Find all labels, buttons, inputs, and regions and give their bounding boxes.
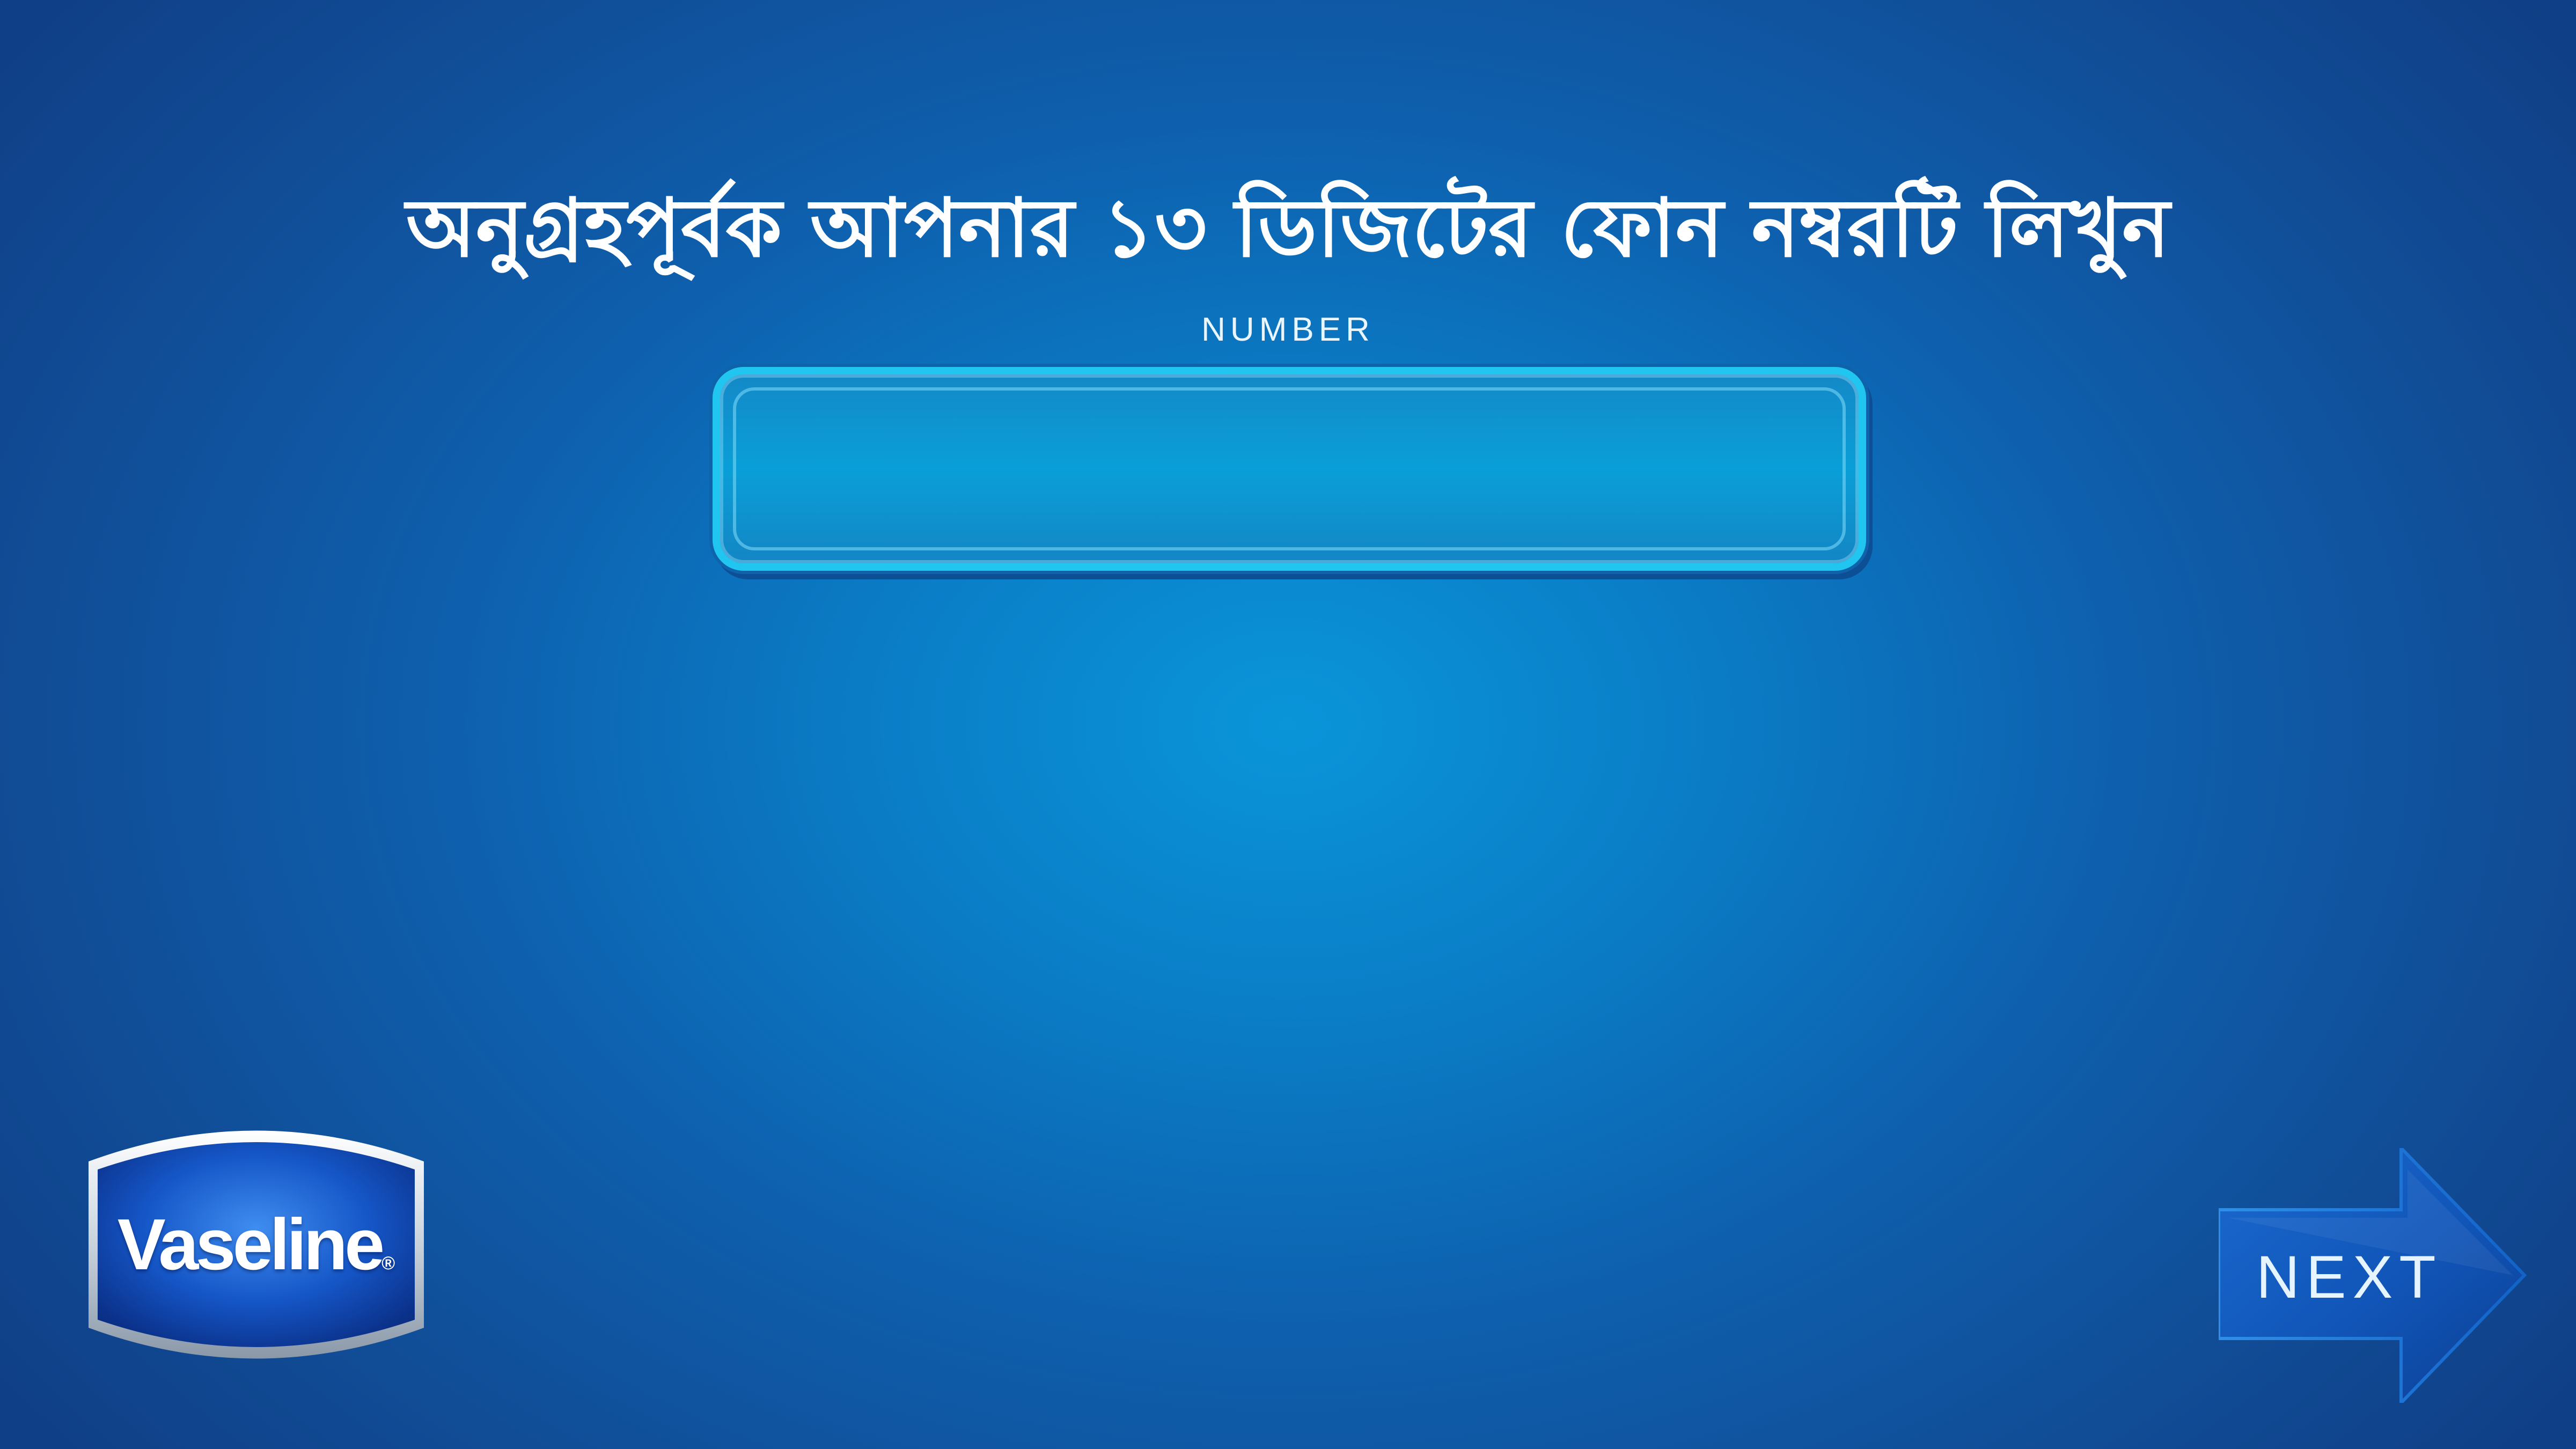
logo-brand-name: Vaseline bbox=[117, 1204, 385, 1285]
phone-number-input[interactable] bbox=[733, 387, 1846, 550]
number-field-label: NUMBER bbox=[1201, 311, 1375, 348]
registered-mark: ® bbox=[381, 1253, 395, 1274]
page-title: অনুগ্রহপূর্বক আপনার ১৩ ডিজিটের ফোন নম্বর… bbox=[406, 181, 2170, 275]
next-button[interactable]: NEXT bbox=[2217, 1144, 2527, 1407]
logo-wordmark: Vaseline® bbox=[86, 1202, 427, 1306]
vaseline-logo: Vaseline® bbox=[86, 1127, 427, 1363]
next-button-label: NEXT bbox=[2256, 1244, 2442, 1311]
phone-number-field-frame bbox=[713, 367, 1866, 571]
